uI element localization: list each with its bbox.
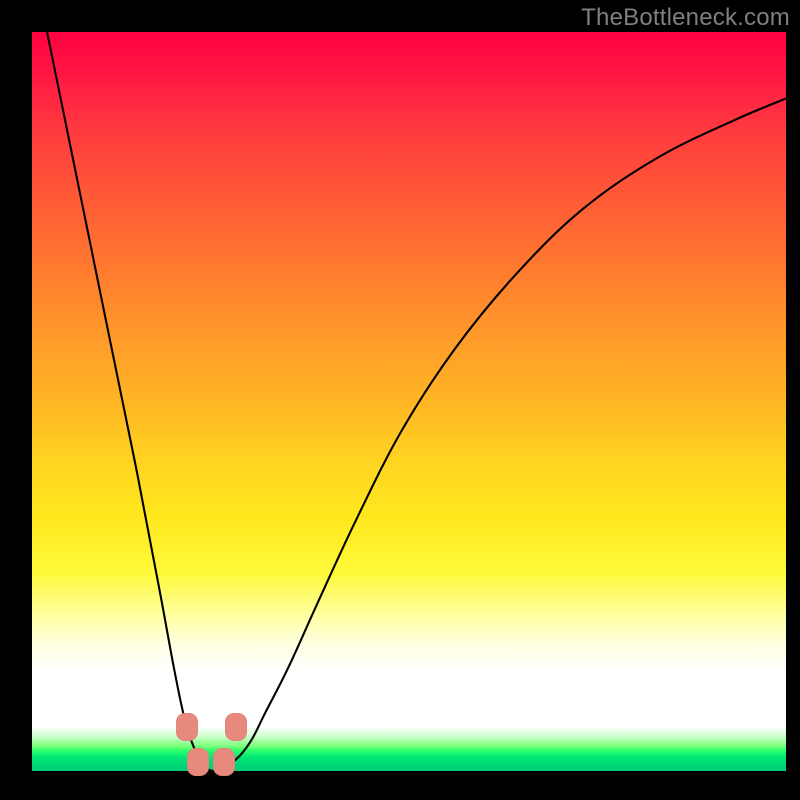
plot-area [32,32,786,786]
attribution-text: TheBottleneck.com [581,4,790,32]
bottleneck-curve [32,32,786,786]
chart-frame: TheBottleneck.com [0,0,800,800]
